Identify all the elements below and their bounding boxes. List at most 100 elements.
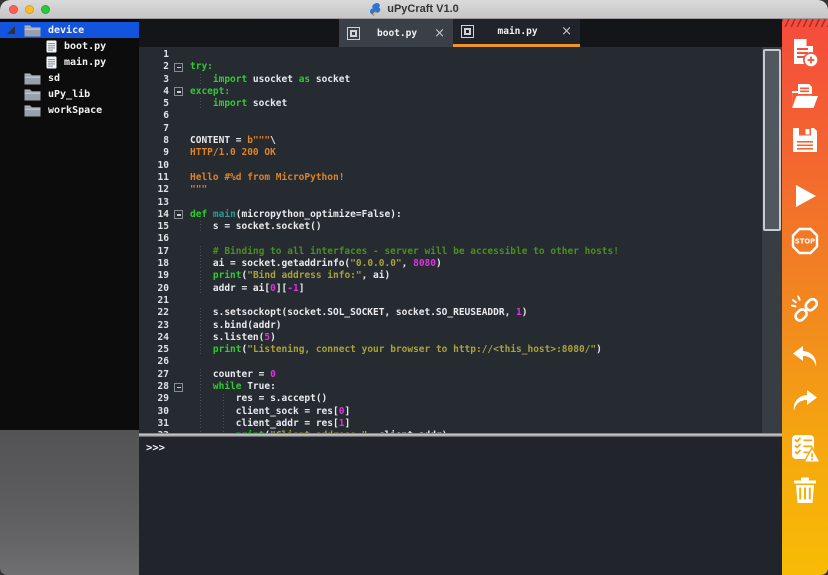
fold-gutter (169, 98, 190, 110)
console-prompt: >>> (146, 442, 165, 454)
tab-boot.py[interactable]: boot.py× (339, 19, 453, 47)
line-number: 31 (139, 418, 169, 430)
code-line: 25 print("Listening, connect your browser… (139, 344, 762, 356)
fold-gutter (169, 246, 190, 258)
line-number: 27 (139, 369, 169, 381)
fold-gutter (169, 172, 190, 184)
tree-item-label: main.py (64, 57, 106, 68)
line-number: 3 (139, 74, 169, 86)
console-panel[interactable]: >>> (139, 437, 782, 575)
minimize-button[interactable] (25, 5, 34, 14)
fold-gutter (169, 406, 190, 418)
tree-item-label: boot.py (64, 41, 106, 52)
line-number: 5 (139, 98, 169, 110)
tab-main.py[interactable]: main.py× (453, 19, 580, 47)
clear-trash-icon[interactable] (790, 476, 820, 506)
code-line: 31client_addr = res[1] (139, 418, 762, 430)
tab-close-icon[interactable]: × (561, 25, 572, 38)
code-text: import socket (190, 98, 762, 110)
line-number: 28 (139, 381, 169, 393)
tree-item-workSpace[interactable]: workSpace (0, 102, 139, 118)
fold-gutter (169, 135, 190, 147)
tab-close-icon[interactable]: × (434, 27, 445, 40)
fold-gutter (169, 270, 190, 282)
line-number: 24 (139, 332, 169, 344)
code-text: client_sock = res[0] (190, 406, 762, 418)
tree-indent (4, 70, 24, 86)
tree-item-device[interactable]: device (0, 22, 139, 38)
code-area[interactable]: 12try:3import usocket as socket4except:5… (139, 47, 762, 433)
line-number: 1 (139, 49, 169, 61)
line-number: 11 (139, 172, 169, 184)
code-text: res = s.accept() (190, 393, 762, 405)
fold-gutter (169, 295, 190, 307)
code-line: 18 ai = socket.getaddrinfo("0.0.0.0", 808… (139, 258, 762, 270)
code-text: print("Listening, connect your browser t… (190, 344, 762, 356)
fold-marker-icon[interactable] (169, 209, 190, 221)
code-line: 26 (139, 356, 762, 368)
undo-icon[interactable] (790, 343, 820, 373)
save-icon[interactable] (790, 125, 820, 155)
window-title-text: uPyCraft V1.0 (387, 3, 459, 15)
redo-icon[interactable] (790, 387, 820, 417)
file-icon (46, 56, 57, 69)
open-file-icon[interactable] (790, 82, 820, 112)
fold-gutter (169, 320, 190, 332)
fold-marker-icon[interactable] (169, 381, 190, 393)
disclosure-triangle-icon[interactable] (4, 22, 24, 38)
fold-marker-icon[interactable] (169, 61, 190, 73)
window-title: uPyCraft V1.0 (369, 3, 459, 16)
code-text (190, 295, 762, 307)
syntax-check-icon[interactable] (790, 433, 820, 463)
folder-icon (24, 104, 41, 117)
fold-gutter (169, 258, 190, 270)
fold-marker-icon[interactable] (169, 86, 190, 98)
code-line: 22s.setsockopt(socket.SOL_SOCKET, socket… (139, 307, 762, 319)
tab-file-icon (461, 25, 474, 38)
file-tree[interactable]: device boot.py main.py sd uPy_libworkSpace (0, 19, 139, 430)
file-icon (46, 40, 57, 53)
line-number: 20 (139, 283, 169, 295)
tree-indent (4, 38, 24, 54)
fold-gutter (169, 184, 190, 196)
code-line: 19print("Bind address info:", ai) (139, 270, 762, 282)
tree-item-label: sd (48, 73, 60, 84)
code-text (190, 123, 762, 135)
title-bar: uPyCraft V1.0 (0, 0, 828, 19)
svg-text:STOP: STOP (795, 238, 815, 246)
connect-chain-icon[interactable] (790, 294, 820, 324)
code-line: 30 client_sock = res[0] (139, 406, 762, 418)
code-line: 28while True: (139, 381, 762, 393)
line-number: 30 (139, 406, 169, 418)
code-line: 4except: (139, 86, 762, 98)
code-text: ai = socket.getaddrinfo("0.0.0.0", 8080) (190, 258, 762, 270)
code-line: 1 (139, 49, 762, 61)
code-text: """ (190, 184, 762, 196)
editor-scrollbar[interactable] (762, 47, 782, 433)
code-line: 14def main(micropython_optimize=False): (139, 209, 762, 221)
code-text: s = socket.socket() (190, 221, 762, 233)
toolbar: STOP (782, 19, 828, 575)
line-number: 8 (139, 135, 169, 147)
fold-gutter (169, 344, 190, 356)
line-number: 18 (139, 258, 169, 270)
scrollbar-thumb[interactable] (763, 49, 781, 231)
line-number: 14 (139, 209, 169, 221)
close-button[interactable] (9, 5, 18, 14)
run-icon[interactable] (790, 181, 820, 211)
tree-item-main.py[interactable]: main.py (0, 54, 139, 70)
code-text: s.setsockopt(socket.SOL_SOCKET, socket.S… (190, 307, 762, 319)
stop-icon[interactable]: STOP (790, 226, 820, 256)
zoom-button[interactable] (41, 5, 50, 14)
fold-gutter (169, 110, 190, 122)
code-text: HTTP/1.0 200 OK (190, 147, 762, 159)
line-number: 25 (139, 344, 169, 356)
line-number: 6 (139, 110, 169, 122)
tree-item-uPy_lib[interactable]: uPy_lib (0, 86, 139, 102)
code-text: Hello #%d from MicroPython! (190, 172, 762, 184)
tree-item-boot.py[interactable]: boot.py (0, 38, 139, 54)
tree-item-sd[interactable]: sd (0, 70, 139, 86)
line-number: 19 (139, 270, 169, 282)
fold-gutter (169, 147, 190, 159)
new-file-icon[interactable] (790, 38, 820, 68)
